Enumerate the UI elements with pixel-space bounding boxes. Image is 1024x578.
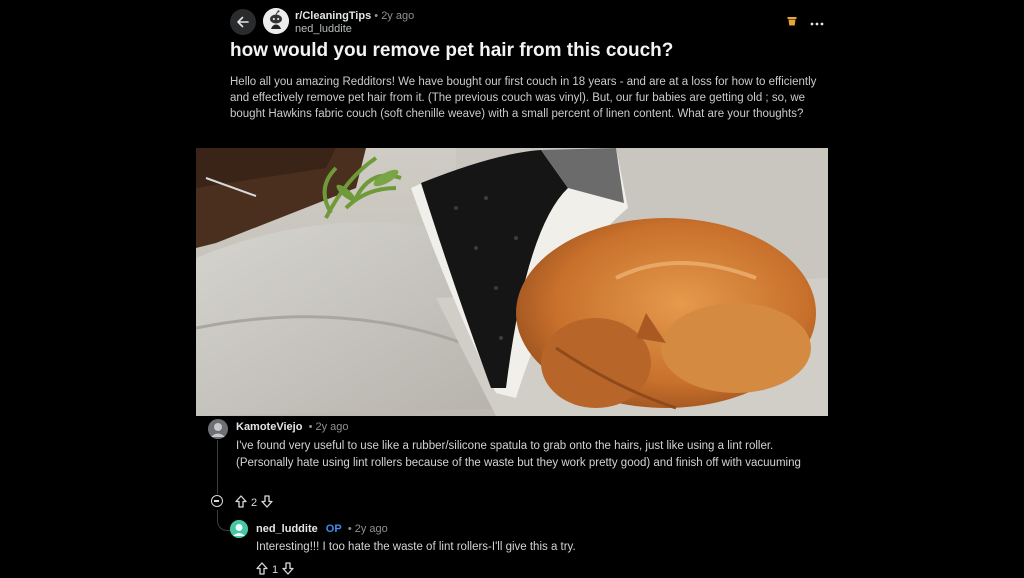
back-button[interactable] [230, 9, 256, 35]
upvote-button[interactable] [235, 495, 247, 511]
comment-text: I've found very useful to use like a rub… [236, 440, 801, 469]
collapse-thread-button[interactable] [211, 495, 223, 507]
subreddit-name[interactable]: r/CleaningTips [295, 10, 371, 22]
mod-button[interactable] [786, 14, 798, 32]
more-options-button[interactable] [810, 14, 824, 32]
meta-separator: • [374, 10, 379, 22]
reply-text: Interesting!!! I too hate the waste of l… [256, 541, 576, 553]
comment-age: 2y ago [315, 421, 349, 433]
arrow-up-outline-icon [256, 562, 268, 575]
trash-icon [787, 17, 797, 26]
reply-connector [217, 510, 230, 531]
more-horizontal-icon [810, 22, 824, 26]
vote-score: 1 [272, 564, 279, 576]
thread-line [217, 440, 218, 494]
snoo-icon [263, 8, 289, 34]
comment-author[interactable]: KamoteViejo [236, 421, 302, 433]
reply-age: 2y ago [354, 523, 388, 535]
arrow-down-outline-icon [282, 562, 294, 575]
arrow-left-icon [237, 16, 249, 28]
cat-on-couch-photo [196, 148, 828, 416]
downvote-button[interactable] [261, 495, 273, 511]
subreddit-avatar[interactable] [263, 8, 289, 34]
post-actions [786, 14, 824, 32]
reply-meta: ned_luddite OP • 2y ago [256, 523, 388, 535]
post-age: 2y ago [381, 10, 415, 22]
user-avatar-icon [208, 419, 228, 439]
meta-separator: • [308, 421, 313, 433]
post-author[interactable]: ned_luddite [295, 23, 352, 35]
post-detail-page: r/CleaningTips • 2y ago ned_luddite how … [0, 0, 1024, 576]
post-body: Hello all you amazing Redditors! We have… [230, 76, 817, 120]
comment-meta: KamoteViejo • 2y ago [236, 421, 349, 433]
commenter-avatar[interactable] [208, 419, 228, 439]
post-meta: r/CleaningTips • 2y ago [295, 10, 414, 22]
post-image[interactable] [196, 148, 828, 416]
user-avatar-icon [230, 520, 248, 538]
vote-score: 2 [251, 497, 258, 509]
op-badge: OP [325, 523, 342, 535]
reply-avatar[interactable] [230, 520, 248, 538]
arrow-up-outline-icon [235, 495, 247, 508]
comment-votes: 2 [235, 495, 273, 511]
reply-author[interactable]: ned_luddite [256, 523, 318, 535]
meta-separator: • [347, 523, 352, 535]
arrow-down-outline-icon [261, 495, 273, 508]
post-title: how would you remove pet hair from this … [230, 40, 674, 61]
